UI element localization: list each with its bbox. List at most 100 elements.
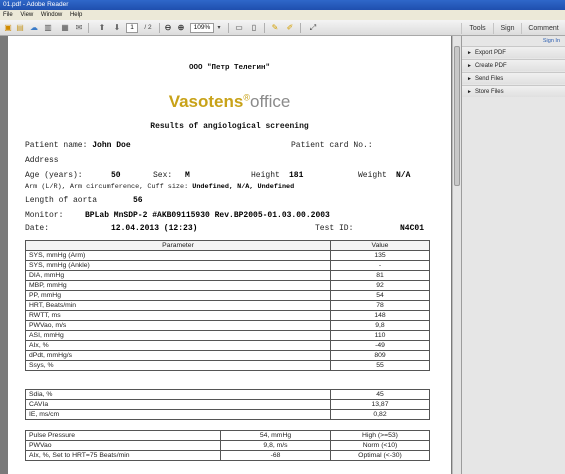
- param-value: 81: [330, 270, 430, 281]
- param-name: IE, ms/cm: [25, 409, 331, 420]
- tab-tools[interactable]: Tools: [461, 23, 493, 34]
- table-row: Ssys, % 55: [25, 360, 430, 371]
- summary-assessment: Norm (<10): [330, 440, 430, 451]
- vertical-scrollbar[interactable]: [452, 36, 461, 474]
- save-icon[interactable]: ▥: [43, 23, 53, 33]
- sign-in-link[interactable]: Sign In: [543, 38, 560, 44]
- menu-view[interactable]: View: [20, 12, 33, 18]
- arrow-icon: ►: [467, 50, 472, 56]
- zoom-select[interactable]: 109%: [190, 23, 214, 33]
- param-name: ASI, mmHg: [25, 330, 331, 341]
- arm-line: Arm (L/R), Arm circumference, Cuff size:…: [25, 183, 294, 191]
- panel-create-pdf[interactable]: ► Create PDF: [462, 59, 565, 71]
- summary-param: AIx, %, Set to HRT=75 Beats/min: [25, 450, 221, 461]
- test-id-value: N4C01: [400, 224, 425, 233]
- zoom-in-icon[interactable]: ⊕: [176, 23, 186, 33]
- param-name: Sdia, %: [25, 389, 331, 400]
- document-page: ООО "Петр Телегин" Vasotens®office Resul…: [8, 36, 451, 474]
- panel-item-label: Send Files: [474, 76, 504, 82]
- param-value: 135: [330, 250, 430, 261]
- logo-dot: ®: [243, 92, 250, 103]
- logo: Vasotens®office: [8, 92, 451, 112]
- param-value: 9,8: [330, 320, 430, 331]
- report-title: Results of angiological screening: [150, 122, 309, 131]
- table-row: PP, mmHg 54: [25, 290, 430, 301]
- panel-send-files[interactable]: ► Send Files: [462, 72, 565, 84]
- age-value: 50: [111, 171, 121, 180]
- param-value: 809: [330, 350, 430, 361]
- panel-store-files[interactable]: ► Store Files: [462, 85, 565, 97]
- window-title: 01.pdf - Adobe Reader: [0, 0, 565, 10]
- logo-brand: Vasotens: [168, 92, 244, 111]
- aorta-value: 56: [133, 196, 143, 205]
- summary-assessment: Optimal (<-30): [330, 450, 430, 461]
- table-row: ASI, mmHg 110: [25, 330, 430, 341]
- param-value: 148: [330, 310, 430, 321]
- summary-param: Pulse Pressure: [25, 430, 221, 441]
- param-value: 110: [330, 330, 430, 341]
- height-value: 181: [289, 171, 304, 180]
- age-label: Age (years):: [25, 171, 83, 180]
- scrollbar-thumb[interactable]: [454, 46, 460, 186]
- menu-file[interactable]: File: [3, 12, 13, 18]
- param-value: -: [330, 260, 430, 271]
- table-row: Pulse Pressure 54, mmHg High (>=53): [25, 430, 430, 441]
- page-number-input[interactable]: 1: [126, 23, 138, 33]
- cloud-icon[interactable]: ☁: [29, 23, 39, 33]
- next-page-icon[interactable]: ⬇: [112, 23, 122, 33]
- patient-name-line: Patient name: John Doe: [25, 141, 131, 150]
- zoom-out-icon[interactable]: ⊖: [163, 23, 173, 33]
- expand-icon[interactable]: ⤢: [308, 23, 318, 33]
- param-name: SYS, mmHg (Arm): [25, 250, 331, 261]
- param-value: 45: [330, 389, 430, 400]
- param-value: -49: [330, 340, 430, 351]
- parameters-table: Parameter Value SYS, mmHg (Arm) 135 SYS, m…: [25, 240, 430, 371]
- table-row: DIA, mmHg 81: [25, 270, 430, 281]
- table-row: MBP, mmHg 92: [25, 280, 430, 291]
- create-icon[interactable]: ▣: [3, 23, 13, 33]
- comment-icon[interactable]: ✎: [270, 23, 280, 33]
- tab-comment[interactable]: Comment: [521, 23, 565, 34]
- param-name: AIx, %: [25, 340, 331, 351]
- param-value: 92: [330, 280, 430, 291]
- menu-window[interactable]: Window: [41, 12, 62, 18]
- param-name: PP, mmHg: [25, 290, 331, 301]
- open-icon[interactable]: ▤: [15, 23, 25, 33]
- param-name: dPdt, mmHg/s: [25, 350, 331, 361]
- arrow-icon: ►: [467, 63, 472, 69]
- header-parameter: Parameter: [25, 240, 331, 251]
- scroll-mode-icon[interactable]: ▯: [249, 23, 259, 33]
- param-value: 54: [330, 290, 430, 301]
- page-total: / 2: [144, 24, 152, 31]
- table-row: HRT, Beats/min 78: [25, 300, 430, 311]
- arm-label: Arm (L/R), Arm circumference, Cuff size:: [25, 183, 189, 191]
- prev-page-icon[interactable]: ⬆: [97, 23, 107, 33]
- table-row: RWTT, ms 148: [25, 310, 430, 321]
- zoom-dropdown-icon[interactable]: ▾: [215, 23, 223, 33]
- height-label: Height: [251, 171, 280, 180]
- print-icon[interactable]: ▦: [60, 23, 70, 33]
- param-name: MBP, mmHg: [25, 280, 331, 291]
- email-icon[interactable]: ✉: [74, 23, 84, 33]
- highlight-icon[interactable]: ✐: [285, 23, 295, 33]
- table-row: SYS, mmHg (Ankle) -: [25, 260, 430, 271]
- param-value: 78: [330, 300, 430, 311]
- menu-bar: File View Window Help: [0, 10, 565, 20]
- param-value: 13,87: [330, 399, 430, 410]
- fit-page-icon[interactable]: ▭: [234, 23, 244, 33]
- date-value: 12.04.2013 (12:23): [111, 224, 198, 233]
- param-value: 55: [330, 360, 430, 371]
- tab-sign[interactable]: Sign: [493, 23, 521, 34]
- table-row: SYS, mmHg (Arm) 135: [25, 250, 430, 261]
- table-row: IE, ms/cm 0,82: [25, 409, 430, 420]
- param-name: SYS, mmHg (Ankle): [25, 260, 331, 271]
- toolbar: ▣ ▤ ☁ ▥ ▦ ✉ ⬆ ⬇ 1 / 2 ⊖ ⊕ 109% ▾ ▭ ▯ ✎ ✐…: [0, 20, 565, 36]
- arm-value: Undefined, N/A, Undefined: [192, 183, 295, 191]
- panel-export-pdf[interactable]: ► Export PDF: [462, 46, 565, 58]
- table-row: PWVao 9,8, m/s Norm (<10): [25, 440, 430, 451]
- param-value: 0,82: [330, 409, 430, 420]
- patient-name: John Doe: [92, 141, 131, 150]
- menu-help[interactable]: Help: [70, 12, 82, 18]
- param-name: PWVao, m/s: [25, 320, 331, 331]
- table-row: Sdia, % 45: [25, 389, 430, 400]
